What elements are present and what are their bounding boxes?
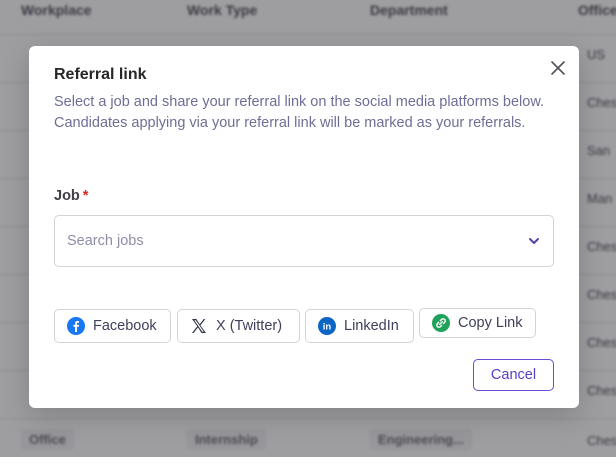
copy-link-label: Copy Link: [458, 315, 523, 331]
modal-title: Referral link: [54, 66, 147, 83]
linkedin-label: LinkedIn: [344, 318, 399, 334]
share-x-twitter-button[interactable]: X (Twitter): [177, 309, 300, 343]
facebook-label: Facebook: [93, 318, 157, 334]
copy-link-button[interactable]: Copy Link: [419, 308, 536, 338]
close-icon: [551, 61, 565, 75]
modal-description: Select a job and share your referral lin…: [54, 94, 545, 131]
link-icon: [432, 314, 450, 332]
x-twitter-icon: [190, 317, 208, 335]
facebook-icon: [67, 317, 85, 335]
svg-text:in: in: [323, 322, 332, 333]
job-select-placeholder: Search jobs: [67, 233, 144, 249]
job-label-text: Job: [54, 188, 80, 204]
linkedin-icon: in: [318, 317, 336, 335]
close-button[interactable]: [548, 58, 568, 78]
x-twitter-label: X (Twitter): [216, 318, 283, 334]
cancel-button[interactable]: Cancel: [473, 359, 554, 391]
share-facebook-button[interactable]: Facebook: [54, 309, 171, 343]
share-linkedin-button[interactable]: in LinkedIn: [305, 309, 414, 343]
job-search-select[interactable]: Search jobs: [54, 215, 554, 267]
referral-link-modal: Referral link Select a job and share you…: [29, 46, 579, 408]
job-field-label: Job *: [54, 188, 88, 204]
chevron-down-icon: [529, 238, 539, 244]
required-asterisk: *: [82, 188, 89, 204]
